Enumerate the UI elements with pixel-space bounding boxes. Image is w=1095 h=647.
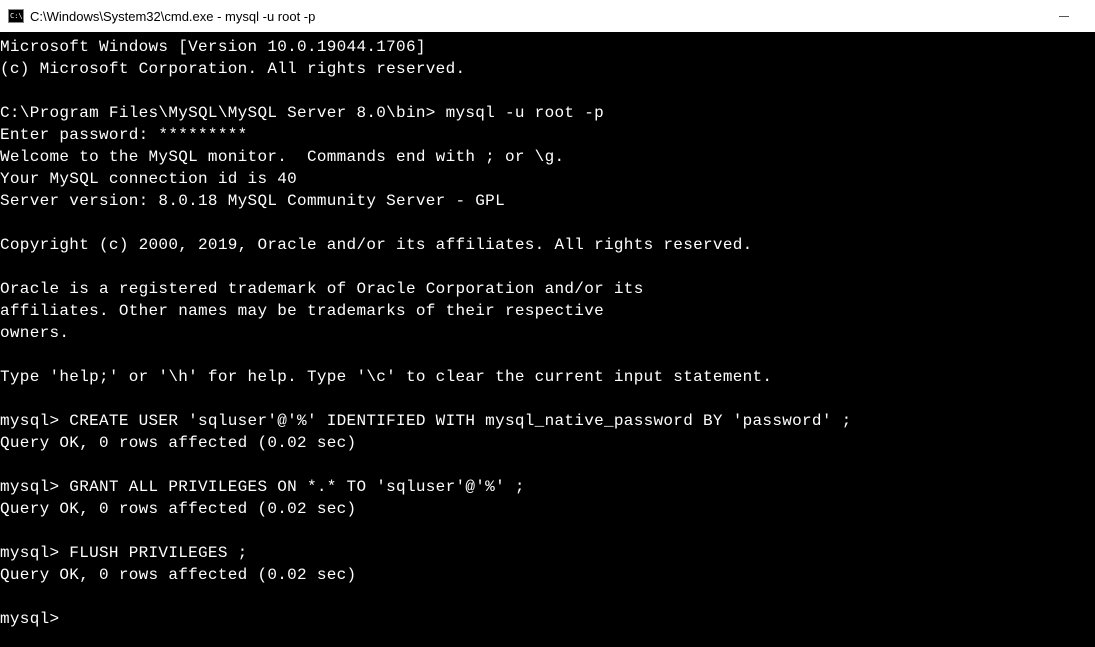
window-controls xyxy=(1041,0,1087,32)
window-title: C:\Windows\System32\cmd.exe - mysql -u r… xyxy=(30,9,315,24)
terminal-line: Oracle is a registered trademark of Orac… xyxy=(0,278,1095,300)
terminal-line xyxy=(0,212,1095,234)
minimize-button[interactable] xyxy=(1041,0,1087,32)
terminal-line: Welcome to the MySQL monitor. Commands e… xyxy=(0,146,1095,168)
terminal-line xyxy=(0,454,1095,476)
terminal-line: (c) Microsoft Corporation. All rights re… xyxy=(0,58,1095,80)
terminal-line: Microsoft Windows [Version 10.0.19044.17… xyxy=(0,36,1095,58)
terminal-line: owners. xyxy=(0,322,1095,344)
terminal-line xyxy=(0,388,1095,410)
terminal-line: Enter password: ********* xyxy=(0,124,1095,146)
terminal-line xyxy=(0,80,1095,102)
cmd-icon-text: C:\. xyxy=(10,13,27,20)
terminal-line: Server version: 8.0.18 MySQL Community S… xyxy=(0,190,1095,212)
terminal-line xyxy=(0,256,1095,278)
terminal-output[interactable]: Microsoft Windows [Version 10.0.19044.17… xyxy=(0,32,1095,630)
terminal-line: Type 'help;' or '\h' for help. Type '\c'… xyxy=(0,366,1095,388)
terminal-line xyxy=(0,520,1095,542)
terminal-line: Copyright (c) 2000, 2019, Oracle and/or … xyxy=(0,234,1095,256)
terminal-line: C:\Program Files\MySQL\MySQL Server 8.0\… xyxy=(0,102,1095,124)
terminal-line: Query OK, 0 rows affected (0.02 sec) xyxy=(0,498,1095,520)
terminal-line: mysql> GRANT ALL PRIVILEGES ON *.* TO 's… xyxy=(0,476,1095,498)
terminal-line xyxy=(0,344,1095,366)
titlebar-left: C:\. C:\Windows\System32\cmd.exe - mysql… xyxy=(8,9,315,24)
terminal-line: Query OK, 0 rows affected (0.02 sec) xyxy=(0,432,1095,454)
terminal-line xyxy=(0,586,1095,608)
terminal-line: affiliates. Other names may be trademark… xyxy=(0,300,1095,322)
terminal-line: mysql> xyxy=(0,608,1095,630)
terminal-line: mysql> CREATE USER 'sqluser'@'%' IDENTIF… xyxy=(0,410,1095,432)
minimize-icon xyxy=(1059,16,1069,17)
terminal-line: mysql> FLUSH PRIVILEGES ; xyxy=(0,542,1095,564)
terminal-line: Query OK, 0 rows affected (0.02 sec) xyxy=(0,564,1095,586)
window-titlebar[interactable]: C:\. C:\Windows\System32\cmd.exe - mysql… xyxy=(0,0,1095,32)
terminal-line: Your MySQL connection id is 40 xyxy=(0,168,1095,190)
cmd-icon: C:\. xyxy=(8,9,24,23)
